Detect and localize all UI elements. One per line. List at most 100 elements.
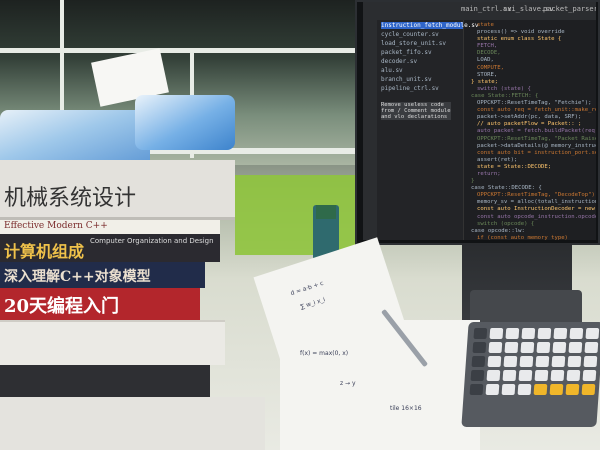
code-line: // auto packetFlow = Packet:: ;	[477, 121, 582, 128]
code-editor[interactable]: state process() => void override static en…	[467, 22, 596, 240]
code-line: case State::DECODE: {	[471, 185, 542, 192]
keycap[interactable]	[583, 356, 598, 367]
book-title: Effective Modern C++	[4, 221, 108, 231]
keycap[interactable]	[553, 328, 568, 339]
code-line: auto packet = fetch.buildPacket(req, nul…	[477, 128, 596, 135]
tissue-pack-right	[135, 95, 235, 150]
keycap[interactable]	[521, 328, 536, 339]
keycap[interactable]	[534, 370, 549, 381]
file-item[interactable]: instruction_fetch_module.sv	[381, 22, 479, 29]
code-line: const auto bit = instruction_port.sendSi…	[477, 149, 596, 156]
keycap[interactable]	[551, 356, 566, 367]
code-line: static enum class State {	[477, 36, 562, 43]
code-line: memory_sv = alloc(totall_instruction);	[477, 199, 596, 206]
ide-window: main_ctrl.sv axi_slave.sv packet_parser.…	[363, 2, 596, 240]
code-line: packet->setAddr(pc, data, SRF);	[477, 114, 582, 121]
code-line: COMPUTE,	[477, 64, 504, 71]
book-3: 计算机组成 Computer Organization and Design	[0, 234, 220, 262]
monitor: main_ctrl.sv axi_slave.sv packet_parser.…	[355, 0, 600, 245]
code-line: LOAD,	[477, 57, 494, 64]
book-subtitle: Computer Organization and Design	[90, 237, 214, 245]
code-line: const auto req = fetch_unit::make_reques…	[477, 107, 596, 114]
book-title: 20天编程入门	[4, 296, 120, 317]
keycap[interactable]	[549, 384, 564, 395]
keycap[interactable]	[470, 370, 485, 381]
book-6	[0, 320, 225, 365]
keycap[interactable]	[552, 342, 567, 353]
file-item[interactable]: branch_unit.sv	[381, 76, 463, 83]
code-line: DECODE,	[477, 50, 501, 57]
code-line: STORE,	[477, 71, 498, 78]
book-title: 机械系统设计	[4, 186, 137, 211]
keycap[interactable]	[518, 370, 533, 381]
keycap[interactable]	[585, 328, 600, 339]
keycap[interactable]	[486, 370, 501, 381]
book-title: 深入理解C++对象模型	[4, 269, 151, 285]
code-line: OPPCKPT::ResetTimeTag, "DecodeTop");	[477, 192, 596, 199]
file-item[interactable]: pipeline_ctrl.sv	[381, 85, 463, 92]
file-item[interactable]: cycle_counter.sv	[381, 31, 463, 38]
keycap[interactable]	[582, 370, 597, 381]
file-item[interactable]: load_store_unit.sv	[381, 40, 463, 47]
green-partition	[235, 175, 360, 255]
ide-file-tree: instruction_fetch_module.sv cycle_counte…	[377, 20, 479, 240]
keycap[interactable]	[504, 342, 519, 353]
keycap[interactable]	[487, 356, 502, 367]
keycap[interactable]	[584, 342, 599, 353]
code-line: case State::FETCH: {	[471, 92, 539, 99]
keycap[interactable]	[581, 384, 596, 395]
keycaps[interactable]	[469, 328, 600, 395]
code-line: assert(ret);	[477, 156, 518, 163]
ide-tab-bar: main_ctrl.sv axi_slave.sv packet_parser.…	[363, 2, 596, 20]
keycap[interactable]	[568, 342, 583, 353]
code-line: switch (opcode) {	[477, 220, 535, 227]
keycap[interactable]	[566, 370, 581, 381]
keycap[interactable]	[519, 356, 534, 367]
keycap[interactable]	[533, 384, 548, 395]
keycap[interactable]	[473, 328, 488, 339]
keyboard[interactable]	[461, 322, 600, 427]
book-4: 深入理解C++对象模型	[0, 262, 205, 288]
code-line: } state;	[471, 78, 498, 85]
desk-scene: main_ctrl.sv axi_slave.sv packet_parser.…	[0, 0, 600, 450]
bottle-cap	[316, 205, 336, 219]
book-7	[0, 365, 210, 397]
keycap[interactable]	[469, 384, 484, 395]
note-text: tile 16×16	[390, 405, 422, 412]
keycap[interactable]	[472, 342, 487, 353]
desk-surface-left	[0, 397, 265, 450]
file-item[interactable]: packet_fifo.sv	[381, 49, 463, 56]
keycap[interactable]	[488, 342, 503, 353]
keycap[interactable]	[471, 356, 486, 367]
keycap[interactable]	[520, 342, 535, 353]
book-5: 20天编程入门	[0, 288, 200, 320]
file-item[interactable]: alu.sv	[381, 67, 463, 74]
keycap[interactable]	[489, 328, 504, 339]
keycap[interactable]	[535, 356, 550, 367]
keycap[interactable]	[503, 356, 518, 367]
tab-3[interactable]: packet_parser.sv	[543, 5, 596, 13]
code-line: }	[471, 178, 475, 185]
keycap[interactable]	[537, 328, 552, 339]
keycap[interactable]	[502, 370, 517, 381]
code-line: const auto InstructionDecoder = new deco…	[477, 206, 596, 213]
ide-tooltip: Remove useless code from / Comment modul…	[381, 102, 451, 120]
code-line: packet->dataDetails(@ memory_instruction…	[477, 142, 596, 149]
keycap[interactable]	[567, 356, 582, 367]
keycap[interactable]	[569, 328, 584, 339]
keycap[interactable]	[565, 384, 580, 395]
code-line: OPPCKPT::ResetTimeTag, "Packet Raise", p…	[477, 135, 596, 142]
keycap[interactable]	[501, 384, 516, 395]
note-text: z → y	[340, 380, 356, 387]
file-item[interactable]: decoder.sv	[381, 58, 463, 65]
keycap[interactable]	[517, 384, 532, 395]
code-line: FETCH,	[477, 43, 498, 50]
book-title: 计算机组成	[4, 242, 85, 261]
keycap[interactable]	[536, 342, 551, 353]
code-line: return;	[477, 170, 501, 177]
code-line: process() => void override	[477, 29, 565, 36]
code-line: case opcode::lw:	[471, 227, 525, 234]
keycap[interactable]	[505, 328, 520, 339]
keycap[interactable]	[550, 370, 565, 381]
keycap[interactable]	[485, 384, 500, 395]
